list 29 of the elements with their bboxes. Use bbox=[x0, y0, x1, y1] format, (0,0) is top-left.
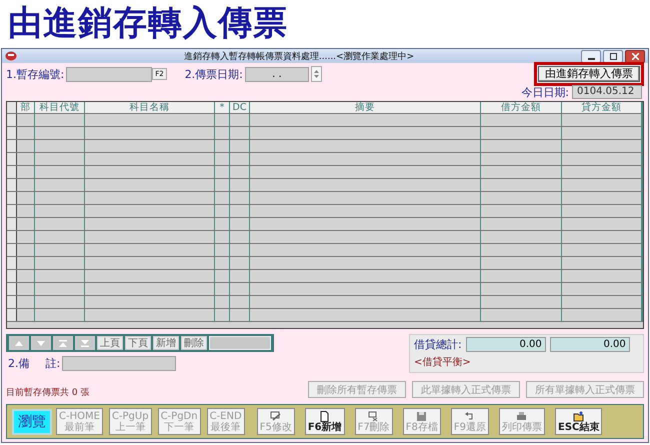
credit-total-field: 0.00 bbox=[550, 337, 630, 352]
column-header[interactable]: 部 bbox=[17, 102, 35, 114]
nav-button[interactable]: 刪除 bbox=[181, 336, 207, 350]
field-label: 註: bbox=[46, 356, 60, 372]
field-label: 2.傳票日期: bbox=[184, 66, 243, 82]
field-label: 2.備 bbox=[8, 356, 30, 372]
nav-button[interactable]: 下頁 bbox=[125, 336, 151, 350]
mode-indicator: 瀏覽 bbox=[12, 408, 52, 435]
column-header[interactable]: 借方金額 bbox=[481, 102, 562, 114]
debit-total-field: 0.00 bbox=[466, 337, 546, 352]
column-header[interactable]: * bbox=[215, 102, 230, 114]
nav-button[interactable]: 新增 bbox=[153, 336, 179, 350]
import-button[interactable]: 由進銷存轉入傳票 bbox=[538, 66, 640, 82]
field-label: 1.暫存編號: bbox=[6, 66, 64, 82]
today-label: 今日日期: bbox=[521, 84, 569, 100]
column-header[interactable]: 科目名稱 bbox=[85, 102, 215, 114]
window-title: 進銷存轉入暫存轉帳傳票資料處理......<瀏覽作業處理中> bbox=[182, 50, 416, 63]
today-date-field: 0104.05.12 bbox=[572, 85, 642, 100]
column-header[interactable]: DC bbox=[230, 102, 250, 114]
balance-status: <借貸平衡> bbox=[414, 356, 472, 370]
totals-label: 借貸總計: bbox=[414, 337, 462, 352]
column-header[interactable]: 科目代號 bbox=[35, 102, 85, 114]
page-title: 由進銷存轉入傳票 bbox=[7, 2, 288, 45]
toolbar-button[interactable]: ESC結束 bbox=[554, 408, 602, 436]
date-field[interactable]: . . bbox=[244, 66, 309, 82]
nav-button[interactable]: 上頁 bbox=[97, 336, 123, 350]
toolbar-button[interactable]: F6新增 bbox=[304, 408, 345, 436]
record-count: 目前暫存傳票共 0 張 bbox=[6, 388, 90, 398]
column-header[interactable]: 摘要 bbox=[250, 102, 481, 114]
